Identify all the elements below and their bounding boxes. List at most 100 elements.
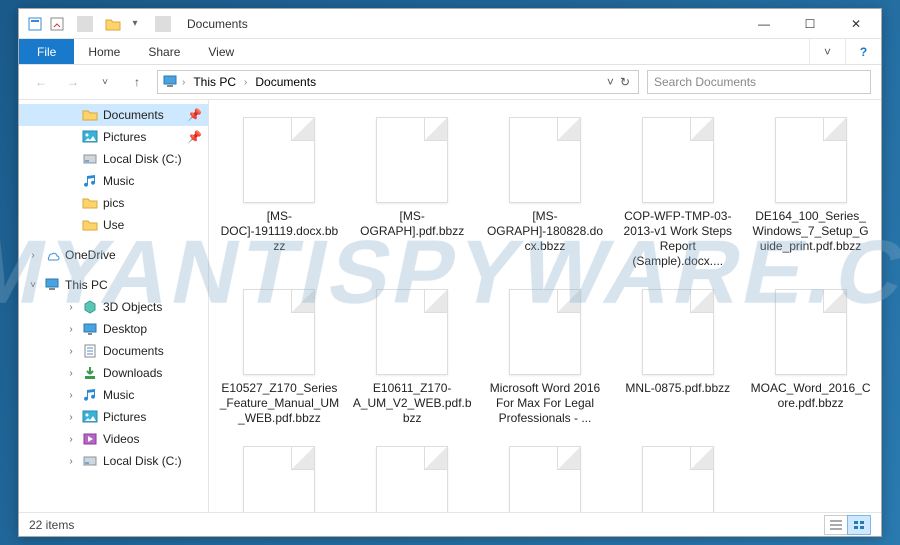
- navigation-pane[interactable]: Documents 📌Pictures 📌Local Disk (C:)Musi…: [19, 100, 209, 512]
- title-bar[interactable]: ▾ Documents — ☐ ✕: [19, 9, 881, 39]
- tree-twisty-icon[interactable]: ›: [65, 434, 77, 445]
- file-item[interactable]: Microsoft Word 2016 For Max For Legal Pr…: [481, 282, 610, 433]
- quick-access-toolbar: ▾: [27, 16, 177, 32]
- nav-recent-button[interactable]: ˅: [93, 70, 117, 94]
- nav-item-label: 3D Objects: [103, 300, 162, 314]
- file-item[interactable]: MNL-0875.pdf.bbzz: [613, 282, 742, 433]
- tree-twisty-icon[interactable]: ›: [27, 250, 39, 261]
- file-item[interactable]: [215, 439, 344, 512]
- music-icon: [81, 173, 99, 189]
- file-item[interactable]: [MS-OGRAPH]-180828.docx.bbzz: [481, 110, 610, 276]
- new-folder-icon[interactable]: [49, 16, 65, 32]
- file-item[interactable]: [481, 439, 610, 512]
- breadcrumb[interactable]: Documents: [251, 75, 320, 89]
- refresh-icon[interactable]: ↻: [620, 75, 630, 89]
- file-thumbnail-icon: [509, 446, 581, 512]
- tree-twisty-icon[interactable]: ›: [65, 302, 77, 313]
- nav-item[interactable]: Pictures 📌: [19, 126, 208, 148]
- nav-item-label: Music: [103, 174, 134, 188]
- nav-item-label: Music: [103, 388, 134, 402]
- file-item[interactable]: E10527_Z170_Series_Feature_Manual_UM_WEB…: [215, 282, 344, 433]
- file-tab[interactable]: File: [19, 39, 74, 64]
- ribbon-expand-icon[interactable]: ˅: [809, 39, 845, 64]
- pin-icon: 📌: [187, 108, 208, 122]
- file-item[interactable]: COP-WFP-TMP-03-2013-v1 Work Steps Report…: [613, 110, 742, 276]
- nav-item[interactable]: ›Local Disk (C:): [19, 450, 208, 472]
- nav-item[interactable]: Music: [19, 170, 208, 192]
- folder-icon[interactable]: [105, 16, 121, 32]
- nav-up-button[interactable]: ↑: [125, 70, 149, 94]
- tree-twisty-icon[interactable]: ›: [65, 368, 77, 379]
- file-item[interactable]: [348, 439, 477, 512]
- nav-item[interactable]: › Pictures: [19, 406, 208, 428]
- close-button[interactable]: ✕: [833, 9, 879, 39]
- nav-item-label: Pictures: [103, 410, 146, 424]
- properties-icon[interactable]: [27, 16, 43, 32]
- maximize-button[interactable]: ☐: [787, 9, 833, 39]
- file-thumbnail-icon: [642, 446, 714, 512]
- file-thumbnail-icon: [509, 289, 581, 375]
- file-thumbnail-icon: [243, 289, 315, 375]
- tree-twisty-icon[interactable]: ›: [65, 390, 77, 401]
- item-count: 22 items: [29, 518, 74, 532]
- breadcrumb[interactable]: This PC: [189, 75, 240, 89]
- help-icon[interactable]: ?: [845, 39, 881, 64]
- nav-item-label: Local Disk (C:): [103, 152, 182, 166]
- nav-item[interactable]: ›OneDrive: [19, 244, 208, 266]
- tree-twisty-icon[interactable]: ›: [65, 412, 77, 423]
- view-details-button[interactable]: [824, 515, 848, 535]
- nav-back-button[interactable]: ←: [29, 70, 53, 94]
- file-item[interactable]: [MS-OGRAPH].pdf.bbzz: [348, 110, 477, 276]
- view-switcher: [825, 515, 871, 535]
- nav-item-label: Use: [103, 218, 124, 232]
- nav-item[interactable]: pics: [19, 192, 208, 214]
- tab-home[interactable]: Home: [74, 39, 134, 64]
- disk-icon: [81, 453, 99, 469]
- music-icon: [81, 387, 99, 403]
- file-item[interactable]: MOAC_Word_2016_Core.pdf.bbzz: [746, 282, 875, 433]
- pictures-icon: [81, 129, 99, 145]
- nav-item[interactable]: Local Disk (C:): [19, 148, 208, 170]
- folder-icon: [81, 107, 99, 123]
- address-dropdown-icon[interactable]: ˅: [607, 75, 614, 89]
- ribbon-tabs: File Home Share View ˅ ?: [19, 39, 881, 65]
- nav-forward-button[interactable]: →: [61, 70, 85, 94]
- tree-twisty-icon[interactable]: ›: [65, 456, 77, 467]
- window-title: Documents: [187, 17, 248, 31]
- tree-twisty-icon[interactable]: ˅: [27, 280, 39, 291]
- search-input[interactable]: Search Documents: [647, 70, 871, 94]
- cloud-icon: [43, 247, 61, 263]
- file-item[interactable]: DE164_100_Series_Windows_7_Setup_Guide_p…: [746, 110, 875, 276]
- tab-view[interactable]: View: [194, 39, 248, 64]
- address-bar[interactable]: › This PC › Documents ˅ ↻: [157, 70, 639, 94]
- minimize-button[interactable]: —: [741, 9, 787, 39]
- tab-share[interactable]: Share: [134, 39, 194, 64]
- nav-item[interactable]: ›Desktop: [19, 318, 208, 340]
- nav-item-label: This PC: [65, 278, 108, 292]
- file-name: Microsoft Word 2016 For Max For Legal Pr…: [485, 381, 605, 426]
- chevron-right-icon[interactable]: ›: [182, 77, 185, 88]
- nav-item[interactable]: ›Documents: [19, 340, 208, 362]
- tree-twisty-icon[interactable]: ›: [65, 346, 77, 357]
- nav-item-label: Pictures: [103, 130, 146, 144]
- file-name: [MS-DOC]-191119.docx.bbzz: [219, 209, 339, 254]
- nav-item[interactable]: › 3D Objects: [19, 296, 208, 318]
- view-icons-button[interactable]: [847, 515, 871, 535]
- nav-item[interactable]: ›Videos: [19, 428, 208, 450]
- file-thumbnail-icon: [642, 289, 714, 375]
- file-list-pane[interactable]: [MS-DOC]-191119.docx.bbzz[MS-OGRAPH].pdf…: [209, 100, 881, 512]
- file-item[interactable]: [613, 439, 742, 512]
- file-item[interactable]: E10611_Z170-A_UM_V2_WEB.pdf.bbzz: [348, 282, 477, 433]
- nav-item[interactable]: Use: [19, 214, 208, 236]
- explorer-body: Documents 📌Pictures 📌Local Disk (C:)Musi…: [19, 99, 881, 512]
- nav-item[interactable]: Documents 📌: [19, 104, 208, 126]
- file-thumbnail-icon: [376, 289, 448, 375]
- chevron-right-icon[interactable]: ›: [244, 77, 247, 88]
- nav-item[interactable]: ›Downloads: [19, 362, 208, 384]
- nav-item[interactable]: › Music: [19, 384, 208, 406]
- nav-item[interactable]: ˅ This PC: [19, 274, 208, 296]
- tree-twisty-icon[interactable]: ›: [65, 324, 77, 335]
- file-name: E10611_Z170-A_UM_V2_WEB.pdf.bbzz: [352, 381, 472, 426]
- qat-overflow-icon[interactable]: ▾: [127, 16, 143, 32]
- file-item[interactable]: [MS-DOC]-191119.docx.bbzz: [215, 110, 344, 276]
